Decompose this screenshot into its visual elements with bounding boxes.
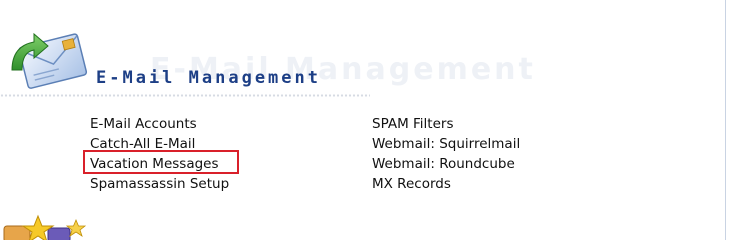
stars-icon	[3, 214, 87, 240]
section-title: E-Mail Management	[96, 68, 321, 88]
link-webmail-squirrelmail[interactable]: Webmail: Squirrelmail	[372, 134, 520, 154]
email-envelope-arrow-icon	[11, 32, 88, 89]
highlight-box	[83, 150, 239, 174]
email-options-column-2: SPAM Filters Webmail: Squirrelmail Webma…	[372, 114, 520, 194]
right-gutter	[727, 0, 735, 240]
link-mx-records[interactable]: MX Records	[372, 174, 520, 194]
link-webmail-roundcube[interactable]: Webmail: Roundcube	[372, 154, 520, 174]
link-spam-filters[interactable]: SPAM Filters	[372, 114, 520, 134]
link-spamassassin-setup[interactable]: Spamassassin Setup	[90, 174, 229, 194]
section-divider	[0, 94, 370, 97]
link-email-accounts[interactable]: E-Mail Accounts	[90, 114, 229, 134]
